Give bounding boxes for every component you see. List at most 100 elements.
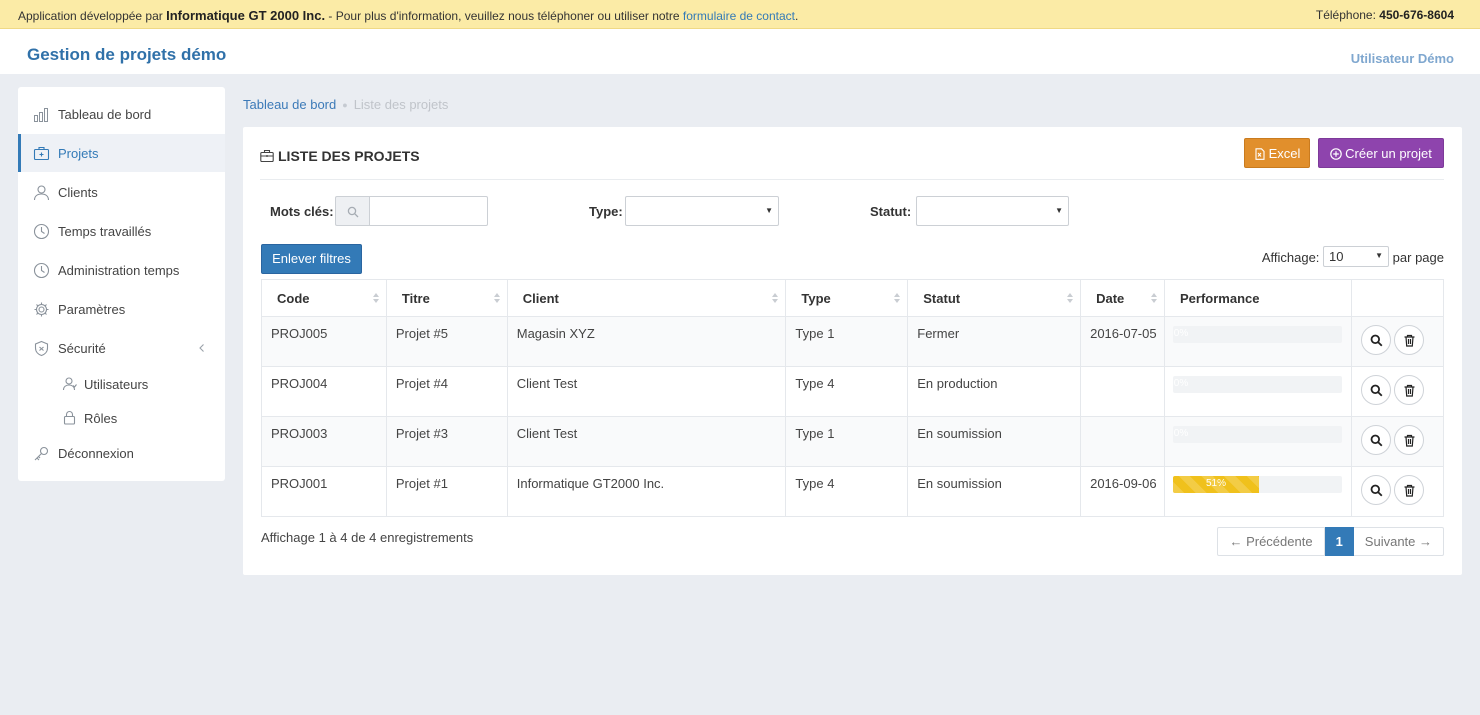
cell-status: En soumission	[907, 466, 1082, 517]
sidebar-item-projects[interactable]: Projets	[18, 134, 225, 172]
briefcase-icon	[33, 146, 50, 161]
user-icon	[33, 185, 50, 201]
sidebar-item-dashboard[interactable]: Tableau de bord	[18, 95, 225, 133]
view-button[interactable]	[1361, 325, 1391, 355]
trash-icon	[1404, 334, 1415, 347]
trash-icon	[1404, 384, 1415, 397]
page-length-control: Affichage: 10 ▼ par page	[1262, 246, 1444, 269]
delete-button[interactable]	[1394, 425, 1424, 455]
cell-date	[1080, 366, 1166, 417]
page-length-suffix: par page	[1392, 249, 1444, 265]
search-icon	[347, 206, 359, 218]
user-menu[interactable]: Utilisateur Démo	[1351, 51, 1454, 66]
search-icon	[1370, 434, 1383, 447]
cell-client: Client Test	[506, 416, 787, 467]
delete-button[interactable]	[1394, 325, 1424, 355]
cell-performance: 51%	[1164, 466, 1352, 517]
cell-title: Projet #4	[385, 366, 508, 417]
sidebar-subitem-roles[interactable]: Rôles	[18, 402, 225, 432]
search-addon	[335, 196, 369, 226]
sidebar-item-clients[interactable]: Clients	[18, 173, 225, 211]
performance-bar-label: 0%	[1173, 428, 1189, 439]
cell-client: Informatique GT2000 Inc.	[506, 466, 787, 517]
performance-bar-label: 0%	[1173, 328, 1189, 339]
app-header: Gestion de projets démo Utilisateur Démo	[0, 29, 1480, 74]
sidebar-item-label: Tableau de bord	[58, 107, 152, 122]
cell-date: 2016-07-05	[1080, 316, 1166, 367]
cell-performance: 0%	[1164, 416, 1352, 467]
column-header-client[interactable]: Client	[506, 279, 787, 317]
sidebar-item-label: Clients	[58, 185, 98, 200]
page-length-select[interactable]: 10 ▼	[1323, 246, 1390, 267]
sidebar-item-time-admin[interactable]: Administration temps	[18, 251, 225, 289]
type-select[interactable]: ▼	[625, 196, 779, 226]
sort-icon	[493, 293, 500, 303]
clear-filters-button[interactable]: Enlever filtres	[261, 244, 362, 274]
sidebar-item-label: Paramètres	[58, 302, 126, 317]
cell-code: PROJ003	[261, 416, 387, 467]
pagination-previous[interactable]: ← Précédente	[1217, 527, 1325, 556]
sidebar-subitem-users[interactable]: Utilisateurs	[18, 368, 225, 398]
pagination-page-1[interactable]: 1	[1324, 527, 1354, 556]
column-header-title[interactable]: Titre	[385, 279, 508, 317]
key-icon	[34, 446, 49, 461]
cell-code: PROJ005	[261, 316, 387, 367]
chevron-left-icon	[199, 344, 204, 352]
cell-client: Magasin XYZ	[506, 316, 787, 367]
pagination: ← Précédente 1 Suivante →	[1217, 527, 1444, 556]
bar-chart-icon	[34, 108, 48, 122]
table-row: PROJ003 Projet #3 Client Test Type 1 En soum…	[261, 416, 1444, 467]
cell-date: 2016-09-06	[1080, 466, 1166, 517]
cell-status: En soumission	[907, 416, 1082, 467]
create-project-button[interactable]: Créer un projet	[1318, 138, 1444, 168]
sidebar-subitem-label: Rôles	[84, 411, 118, 426]
column-header-label: Type	[801, 290, 831, 306]
page-title-text: LISTE DES PROJETS	[278, 148, 420, 164]
column-header-date[interactable]: Date	[1080, 279, 1166, 317]
caret-down-icon: ▼	[1375, 251, 1384, 260]
keywords-input[interactable]	[369, 196, 488, 226]
view-button[interactable]	[1361, 425, 1391, 455]
phone-label: Téléphone:	[1315, 8, 1376, 22]
status-select[interactable]: ▼	[916, 196, 1069, 226]
cell-actions	[1351, 316, 1444, 367]
view-button[interactable]	[1361, 375, 1391, 405]
pagination-next[interactable]: Suivante →	[1353, 527, 1444, 556]
caret-down-icon: ▼	[1055, 206, 1063, 215]
excel-export-button[interactable]: Excel	[1244, 138, 1310, 168]
cell-status: Fermer	[907, 316, 1082, 367]
sidebar-item-label: Administration temps	[58, 263, 180, 278]
phone-info: Téléphone: 450-676-8604	[1316, 8, 1454, 22]
column-header-label: Client	[522, 290, 559, 306]
view-button[interactable]	[1361, 475, 1391, 505]
lock-icon	[63, 411, 76, 425]
table-info: Affichage 1 à 4 de 4 enregistrements	[261, 530, 474, 545]
cell-actions	[1351, 416, 1444, 467]
column-header-status[interactable]: Statut	[907, 279, 1082, 317]
keywords-label: Mots clés:	[270, 204, 334, 219]
sidebar-item-logout[interactable]: Déconnexion	[18, 434, 225, 472]
table-row: PROJ001 Projet #1 Informatique GT2000 Inc.…	[261, 466, 1444, 517]
cell-actions	[1351, 366, 1444, 417]
column-header-actions	[1351, 279, 1444, 317]
performance-bar-label: 51%	[1206, 478, 1227, 489]
search-icon	[1370, 484, 1383, 497]
column-header-type[interactable]: Type	[785, 279, 909, 317]
column-header-code[interactable]: Code	[261, 279, 387, 317]
sidebar-item-worked-time[interactable]: Temps travaillés	[18, 212, 225, 250]
gear-icon	[34, 302, 49, 317]
status-label: Statut:	[870, 204, 912, 219]
performance-bar: 0%	[1173, 376, 1343, 393]
breadcrumb-home[interactable]: Tableau de bord	[243, 97, 336, 112]
delete-button[interactable]	[1394, 375, 1424, 405]
cell-type: Type 4	[785, 366, 909, 417]
sidebar-item-security[interactable]: Sécurité	[18, 329, 225, 367]
excel-label: Excel	[1268, 146, 1301, 161]
contact-form-link[interactable]: formulaire de contact	[683, 9, 795, 23]
cell-status: En production	[907, 366, 1082, 417]
app-title[interactable]: Gestion de projets démo	[27, 45, 226, 65]
delete-button[interactable]	[1394, 475, 1424, 505]
cell-type: Type 4	[785, 466, 909, 517]
sidebar-item-settings[interactable]: Paramètres	[18, 290, 225, 328]
performance-bar: 51%	[1173, 476, 1343, 493]
